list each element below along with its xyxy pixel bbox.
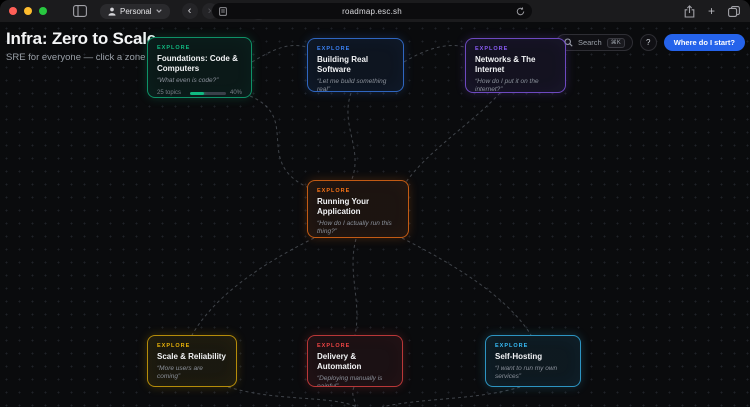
address-bar[interactable]: roadmap.esc.sh [212, 3, 532, 19]
zone-quote: “Deploying manually is painful” [317, 375, 393, 387]
zone-progress-fill [190, 92, 204, 95]
zoom-window-button[interactable] [39, 7, 47, 15]
zone-title: Self-Hosting [495, 352, 571, 362]
zone-explore-label: EXPLORE [157, 45, 242, 51]
zone-title: Building Real Software [317, 55, 394, 75]
back-button[interactable]: ‹ [182, 3, 198, 19]
zone-card[interactable]: EXPLORE Scale & Reliability “More users … [147, 335, 237, 387]
zone-explore-label: EXPLORE [475, 46, 556, 52]
zone-title: Networks & The Internet [475, 55, 556, 75]
search-input[interactable]: Search ⌘K [556, 34, 633, 51]
profile-label: Personal [120, 7, 152, 16]
zone-quote: “What even is code?” [157, 77, 242, 85]
browser-toolbar: Personal ‹ › roadmap.esc.sh [0, 0, 750, 22]
back-icon: ‹ [188, 6, 192, 17]
traffic-lights [9, 7, 47, 15]
zone-explore-label: EXPLORE [495, 343, 571, 349]
zone-progress-percent: 40% [230, 90, 242, 96]
profile-menu[interactable]: Personal [100, 4, 170, 19]
zone-card[interactable]: EXPLORE Running Your Application “How do… [307, 180, 409, 238]
zone-quote: “I want to run my own services” [495, 365, 571, 382]
help-label: ? [646, 38, 650, 47]
url-text: roadmap.esc.sh [212, 7, 532, 16]
zone-quote: “Let me build something real” [317, 78, 394, 92]
search-shortcut-kbd: ⌘K [607, 38, 625, 48]
site-settings-icon [219, 7, 227, 16]
zone-quote: “How do I put it on the internet?” [475, 78, 556, 93]
person-icon [108, 7, 116, 16]
zone-quote: “How do I actually run this thing?” [317, 220, 399, 237]
zone-progress-bar [190, 92, 226, 95]
close-window-button[interactable] [9, 7, 17, 15]
zone-title: Running Your Application [317, 197, 399, 217]
zone-title: Delivery & Automation [317, 352, 393, 372]
minimize-window-button[interactable] [24, 7, 32, 15]
zone-card[interactable]: EXPLORE Building Real Software “Let me b… [307, 38, 404, 92]
zone-topic-count: 25 topics [157, 90, 190, 96]
zone-title: Scale & Reliability [157, 352, 227, 362]
sidebar-icon [73, 5, 87, 17]
zone-card[interactable]: EXPLORE Foundations: Code & Computers “W… [147, 37, 252, 98]
reload-button[interactable] [516, 7, 525, 16]
zone-explore-label: EXPLORE [317, 343, 393, 349]
zone-quote: “More users are coming” [157, 365, 227, 382]
chevron-down-icon [156, 9, 162, 13]
zone-meta-row: 25 topics 40% [157, 90, 242, 96]
sidebar-toggle-button[interactable] [73, 5, 87, 17]
zone-explore-label: EXPLORE [157, 343, 227, 349]
cta-label: Where do I start? [674, 38, 735, 47]
zone-card[interactable]: EXPLORE Self-Hosting “I want to run my o… [485, 335, 581, 387]
browser-window: Personal ‹ › roadmap.esc.sh [0, 0, 750, 407]
zone-card[interactable]: EXPLORE Delivery & Automation “Deploying… [307, 335, 403, 387]
zone-title: Foundations: Code & Computers [157, 54, 242, 74]
help-button[interactable]: ? [640, 34, 657, 51]
roadmap-canvas: Infra: Zero to Scale SRE for everyone — … [0, 22, 750, 407]
zone-explore-label: EXPLORE [317, 188, 399, 194]
new-tab-button[interactable]: + [708, 5, 715, 17]
share-button[interactable] [684, 5, 695, 18]
top-controls: Search ⌘K ? Where do I start? [556, 34, 745, 51]
where-do-i-start-button[interactable]: Where do I start? [664, 34, 745, 51]
tab-overview-button[interactable] [728, 6, 740, 17]
zone-card[interactable]: EXPLORE Networks & The Internet “How do … [465, 38, 566, 93]
zone-explore-label: EXPLORE [317, 46, 394, 52]
forward-icon: › [208, 6, 212, 17]
search-placeholder: Search [578, 38, 602, 47]
